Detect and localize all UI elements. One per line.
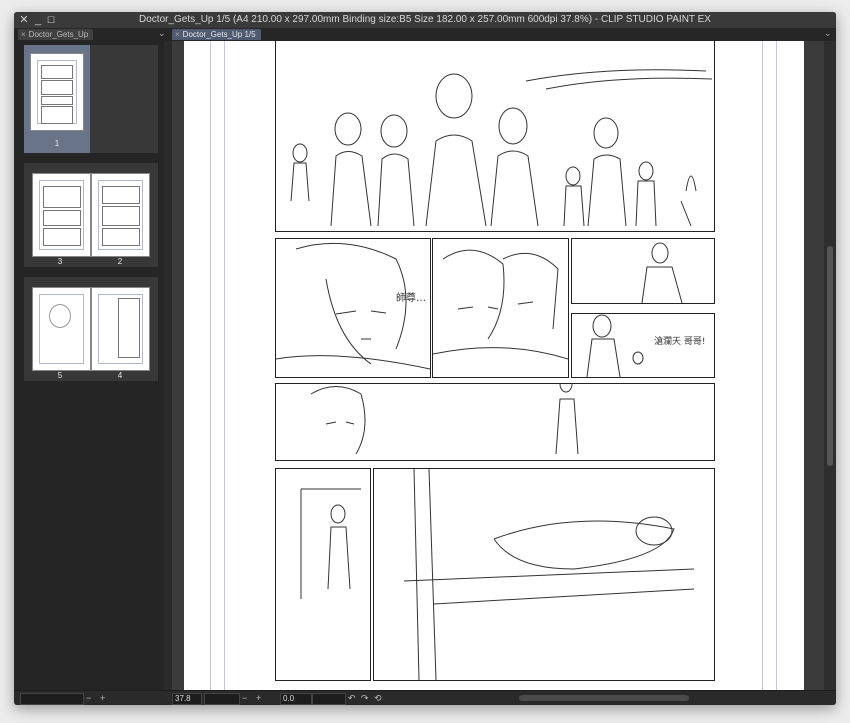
rotation-slider[interactable] [312,693,346,705]
comic-panel-figure [571,238,715,304]
bleed-guide [210,41,211,690]
redo-icon[interactable]: ↷ [361,692,369,704]
figure-sketch [641,242,683,303]
reset-rotation-icon[interactable]: ⟲ [374,692,382,704]
title-bar: ✕ _ ☐ Doctor_Gets_Up 1/5 (A4 210.00 x 29… [14,12,836,28]
tab-label: Doctor_Gets_Up [28,30,89,39]
page-number: 3 [57,257,63,266]
chevron-down-icon[interactable]: ⌄ [158,28,166,39]
tab-label: Doctor_Gets_Up 1/5 [182,30,256,39]
comic-panel-lying [373,468,715,681]
faces-sketch [433,249,568,360]
page-thumb-3[interactable] [32,173,91,257]
tab-page-manager[interactable]: × Doctor_Gets_Up [18,29,94,40]
zoom-slider[interactable] [204,693,240,705]
page-thumb-group: 3 2 [24,163,158,267]
speech-text: 滄瀾天 哥哥! [654,335,705,347]
face-sketch: 師尊… [276,242,430,370]
panel-outline [102,206,140,226]
panel-outline [43,228,81,246]
panel-outline [102,186,140,204]
comic-panel-closeup: 師尊… [275,238,431,378]
app-window: ✕ _ ☐ Doctor_Gets_Up 1/5 (A4 210.00 x 29… [14,12,836,705]
comic-panel-wide [275,383,715,461]
page-number: 4 [117,371,123,380]
vertical-scrollbar[interactable] [824,41,836,690]
bleed-guide [776,41,777,690]
chevron-down-icon[interactable]: ⌄ [824,28,832,39]
panel-outline [43,186,81,208]
lying-figure-sketch [403,469,695,680]
panel-outline [102,228,140,246]
close-tab-icon[interactable]: × [21,30,26,39]
comic-panel-crowd [275,40,715,232]
sketch-mark [49,304,71,328]
trim-guide [762,41,763,690]
zoom-out-button[interactable]: − [242,692,247,704]
close-tab-icon[interactable]: × [175,30,180,39]
doorway-sketch [300,488,361,599]
page-thumb-4[interactable] [91,287,150,371]
page-manager-panel: 1 3 2 5 4 [14,41,164,690]
zoom-input[interactable]: 37.8 [172,693,202,705]
page-thumb-group: 1 [24,45,158,153]
zoom-in-button[interactable]: + [100,692,105,704]
window-title: Doctor_Gets_Up 1/5 (A4 210.00 x 297.00mm… [139,14,711,25]
comic-panel-child: 滄瀾天 哥哥! [571,313,715,378]
scrollbar-thumb[interactable] [827,246,833,466]
wide-sketch [310,384,579,455]
comic-panel-two-faces [432,238,569,378]
canvas-area[interactable]: 師尊… 滄瀾天 哥哥! [172,40,824,690]
child-sketch: 滄瀾天 哥哥! [586,314,705,377]
page-preview [30,53,84,131]
page-number: 2 [117,257,123,266]
horizontal-scrollbar[interactable] [519,695,689,701]
panel-outline [41,96,73,105]
undo-icon[interactable]: ↶ [348,692,356,704]
speech-text: 師尊… [396,291,426,304]
rotation-input[interactable]: 0.0 [280,693,312,705]
crowd-sketch [290,69,713,227]
panel-outline [41,106,73,124]
panel-outline [41,80,73,95]
thumbnail-size-slider[interactable] [20,693,84,705]
page-thumb-2[interactable] [91,173,150,257]
status-bar: − + 37.8 − + 0.0 ↶ ↷ ⟲ [14,690,836,705]
page-thumb-1[interactable]: 1 [24,45,90,153]
panel-outline [118,298,140,358]
page-number: 1 [54,139,60,148]
zoom-in-button[interactable]: + [256,692,261,704]
comic-panel-doorway [275,468,371,681]
tab-canvas[interactable]: × Doctor_Gets_Up 1/5 [172,29,261,40]
trim-guide [224,41,225,690]
page-thumb-5[interactable] [32,287,91,371]
page-thumb-group: 5 4 [24,277,158,381]
manga-page[interactable]: 師尊… 滄瀾天 哥哥! [184,40,804,690]
panel-outline [43,210,81,226]
zoom-out-button[interactable]: − [86,692,91,704]
panel-outline [41,65,73,79]
page-number: 5 [57,371,63,380]
